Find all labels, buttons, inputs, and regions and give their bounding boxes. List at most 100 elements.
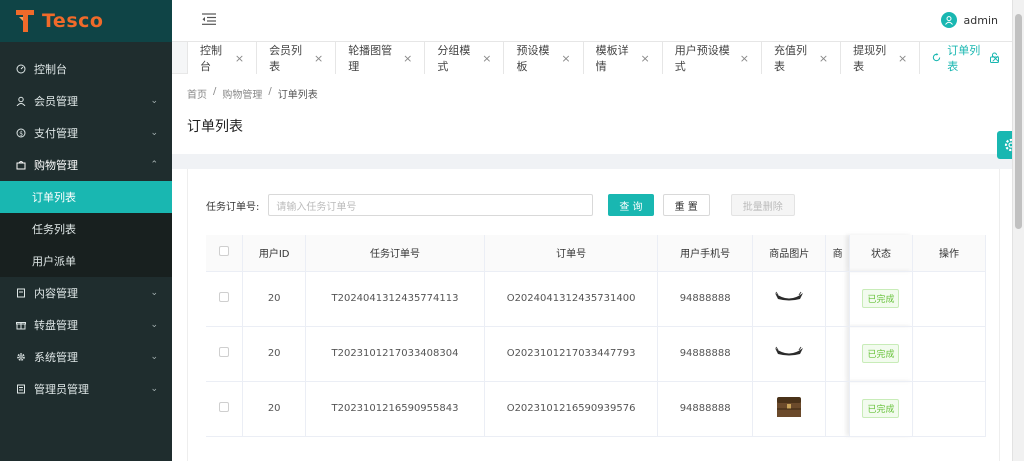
brand-name: Tesco — [42, 10, 104, 32]
chevron-down-icon: ⌄ — [150, 288, 158, 298]
tab-label: 控制台 — [200, 44, 222, 73]
tab-label: 分组模式 — [437, 44, 471, 73]
sidebar-item-dashboard[interactable]: 控制台 — [0, 53, 172, 85]
tab-label: 会员列表 — [269, 44, 303, 73]
scrollbar-thumb[interactable] — [1015, 14, 1022, 229]
user-menu[interactable]: admin — [940, 12, 998, 28]
sidebar-item-order-list[interactable]: 订单列表 — [0, 181, 172, 213]
close-icon[interactable]: × — [235, 52, 244, 65]
task-order-search-input[interactable]: 请输入任务订单号 — [268, 194, 594, 216]
sidebar-item-system[interactable]: 系统管理 ⌄ — [0, 341, 172, 373]
tabs-bar: 控制台 × 会员列表 × 轮播图管理 × 分组模式 × 预设模板 × 模板详情 × 用户预设… — [172, 42, 1013, 74]
task-no-cell: T2024041312435774113 — [305, 271, 486, 327]
tab-member-list[interactable]: 会员列表 × — [256, 42, 336, 74]
close-icon[interactable]: × — [482, 52, 491, 65]
close-icon[interactable]: × — [403, 52, 412, 65]
sidebar-item-label: 购物管理 — [34, 159, 78, 172]
table-row: 20 T2023101216590955843 O202310121659093… — [206, 381, 986, 437]
dollar-icon: $ — [16, 128, 26, 138]
row-checkbox[interactable] — [219, 402, 230, 412]
close-icon[interactable]: × — [314, 52, 323, 65]
batch-delete-button[interactable]: 批量删除 — [730, 194, 795, 216]
page-scrollbar[interactable] — [1012, 0, 1024, 461]
truncated-cell — [825, 326, 850, 382]
product-image-cell — [752, 381, 827, 437]
phone-cell: 94888888 — [657, 326, 754, 382]
boat-image — [775, 291, 804, 301]
close-icon[interactable]: × — [641, 52, 650, 65]
sidebar-item-label: 用户派单 — [32, 255, 76, 268]
divider — [172, 154, 1012, 169]
task-no-cell: T2023101216590955843 — [305, 381, 486, 437]
user-icon — [16, 96, 26, 106]
column-header: 任务订单号 — [305, 235, 486, 272]
product-image-cell — [752, 326, 827, 382]
tab-template-detail[interactable]: 模板详情 × — [582, 42, 662, 74]
sidebar-item-members[interactable]: 会员管理 ⌄ — [0, 85, 172, 117]
select-all-checkbox[interactable] — [219, 246, 230, 257]
tab-label: 用户预设模式 — [674, 44, 730, 73]
sidebar-item-content[interactable]: 内容管理 ⌄ — [0, 277, 172, 309]
column-header: 订单号 — [484, 235, 659, 272]
row-checkbox[interactable] — [219, 292, 230, 302]
tab-label: 订单列表 — [947, 44, 981, 73]
sidebar-item-admins[interactable]: 管理员管理 ⌄ — [0, 373, 172, 405]
gift-icon — [16, 320, 26, 330]
sidebar-item-wheel[interactable]: 转盘管理 ⌄ — [0, 309, 172, 341]
close-icon[interactable]: × — [561, 52, 570, 65]
menu-fold-icon[interactable] — [202, 13, 216, 25]
breadcrumb-separator: / — [213, 86, 217, 97]
breadcrumb-home[interactable]: 首页 — [187, 86, 207, 101]
close-icon[interactable]: × — [819, 52, 828, 65]
sidebar-item-label: 会员管理 — [34, 95, 78, 108]
user-id-cell: 20 — [242, 381, 306, 437]
tab-carousel[interactable]: 轮播图管理 × — [335, 42, 425, 74]
row-select-cell — [206, 381, 244, 437]
svg-text:$: $ — [19, 130, 23, 137]
tab-recharge-list[interactable]: 充值列表 × — [760, 42, 841, 74]
reset-button[interactable]: 重 置 — [662, 194, 710, 216]
close-icon[interactable]: × — [740, 52, 749, 65]
tab-preset-template[interactable]: 预设模板 × — [503, 42, 583, 74]
refresh-icon[interactable] — [932, 52, 941, 65]
unlock-icon[interactable] — [989, 52, 1000, 66]
chest-image — [777, 397, 802, 417]
tab-label: 预设模板 — [516, 44, 550, 73]
gear-icon — [16, 352, 26, 362]
sidebar-item-label: 订单列表 — [32, 191, 76, 204]
tab-withdraw-list[interactable]: 提现列表 × — [840, 42, 920, 74]
page-title: 订单列表 — [187, 119, 243, 135]
logo[interactable]: Tesco — [0, 0, 172, 42]
close-icon[interactable]: × — [898, 52, 907, 65]
order-list-card: 任务订单号: 请输入任务订单号 查 询 重 置 批量删除 用户ID 任务订单号 … — [187, 169, 1000, 461]
boat-image — [775, 346, 804, 356]
table-row: 20 T2024041312435774113 O202404131243573… — [206, 271, 986, 327]
avatar — [940, 12, 957, 28]
chevron-down-icon: ⌄ — [150, 128, 158, 138]
tab-label: 提现列表 — [853, 44, 887, 73]
tab-user-preset[interactable]: 用户预设模式 × — [661, 42, 761, 74]
sidebar-item-payment[interactable]: $ 支付管理 ⌄ — [0, 117, 172, 149]
tab-dashboard[interactable]: 控制台 × — [187, 42, 257, 74]
search-form: 任务订单号: 请输入任务订单号 查 询 重 置 批量删除 — [206, 194, 795, 216]
order-no-cell: O2023101216590939576 — [484, 381, 659, 437]
breadcrumb-section[interactable]: 购物管理 — [222, 86, 262, 101]
chevron-down-icon: ⌄ — [150, 384, 158, 394]
sidebar-item-label: 内容管理 — [34, 287, 78, 300]
action-cell — [912, 326, 986, 382]
order-no-cell: O2024041312435731400 — [484, 271, 659, 327]
sidebar-item-user-dispatch[interactable]: 用户派单 — [0, 245, 172, 277]
sidebar-item-task-list[interactable]: 任务列表 — [0, 213, 172, 245]
select-all-header — [206, 235, 244, 272]
sidebar-item-label: 管理员管理 — [34, 383, 89, 396]
status-badge: 已完成 — [862, 344, 900, 363]
tab-group-mode[interactable]: 分组模式 × — [424, 42, 504, 74]
query-button[interactable]: 查 询 — [608, 194, 654, 216]
status-badge: 已完成 — [862, 289, 900, 308]
tab-label: 模板详情 — [595, 44, 629, 73]
sidebar-item-shopping[interactable]: 购物管理 ⌃ — [0, 149, 172, 181]
column-header: 操作 — [912, 235, 986, 272]
dashboard-icon — [16, 64, 26, 74]
row-checkbox[interactable] — [219, 347, 230, 357]
action-cell — [912, 271, 986, 327]
